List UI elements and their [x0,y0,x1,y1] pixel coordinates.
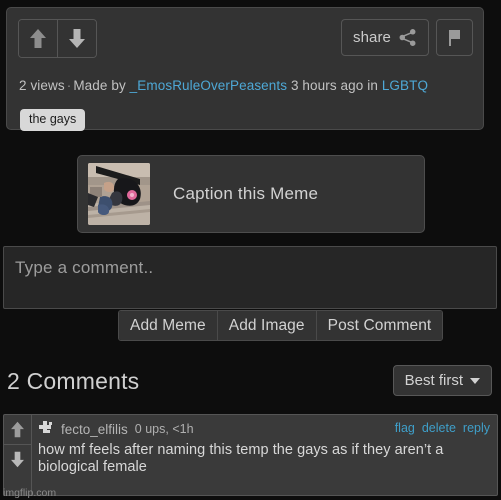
comment-action-links: flag delete reply [395,421,490,435]
default-avatar-icon[interactable] [38,421,54,437]
caption-this-meme-button[interactable]: Caption this Meme [77,155,425,233]
post-downvote-button[interactable] [57,20,96,57]
comment-ups: 0 ups, <1h [134,422,194,436]
author-link[interactable]: _EmosRuleOverPeasents [130,78,287,93]
made-by-label: Made by [73,78,126,93]
comment-upvote-button[interactable] [4,415,31,444]
post-upvote-button[interactable] [19,20,57,57]
comment-username[interactable]: fecto_elfilis [61,422,128,437]
share-button[interactable]: share [340,19,429,56]
imgflip-meme-page: share 2 views · Made by _EmosRuleOverPease… [0,0,501,500]
post-vote-group [18,19,97,58]
comment-vote-group [4,415,32,495]
share-button-label: share [352,29,391,46]
post-meta-line: 2 views · Made by _EmosRuleOverPeasents 3 … [19,78,428,93]
comment-input-placeholder: Type a comment.. [15,258,154,277]
comment-input[interactable]: Type a comment.. [3,246,497,309]
post-time: 3 hours ago [290,78,364,93]
composer-actions: Add Meme Add Image Post Comment [118,310,444,341]
post-meta-card: share 2 views · Made by _EmosRuleOverPease… [6,7,484,131]
share-nodes-icon [399,29,416,46]
comment-reply-link[interactable]: reply [463,421,490,435]
arrow-down-icon [69,29,85,48]
add-meme-button[interactable]: Add Meme [119,311,217,340]
meme-thumbnail-image [88,163,150,225]
in-label: in [367,78,378,93]
post-comment-button[interactable]: Post Comment [315,311,443,340]
caption-this-meme-label: Caption this Meme [173,184,319,203]
arrow-down-icon [11,451,24,468]
comment-body: fecto_elfilis 0 ups, <1h flag delete rep… [32,415,497,495]
flag-icon [449,29,460,46]
comment-text: how mf feels after naming this temp the … [38,442,444,475]
view-count: 2 views [19,78,65,93]
meme-thumbnail [88,163,150,225]
comments-sort-dropdown[interactable]: Best first [392,365,492,396]
comments-sort-label: Best first [404,372,463,389]
post-actions-group: share [340,19,473,56]
flag-post-button[interactable] [436,19,473,56]
comment-delete-link[interactable]: delete [422,421,456,435]
comment-downvote-button[interactable] [4,444,31,474]
add-image-button[interactable]: Add Image [216,311,316,340]
chevron-down-icon [470,377,480,384]
arrow-up-icon [11,421,24,438]
imgflip-watermark: imgflip.com [3,487,57,499]
stream-link[interactable]: LGBTQ [382,78,428,93]
comments-header: 2 Comments Best first [0,360,501,408]
arrow-up-icon [30,29,46,48]
comment-row: fecto_elfilis 0 ups, <1h flag delete rep… [3,414,498,496]
post-tag-chip[interactable]: the gays [20,109,86,131]
comments-count-title: 2 Comments [7,368,140,394]
comment-flag-link[interactable]: flag [395,421,415,435]
